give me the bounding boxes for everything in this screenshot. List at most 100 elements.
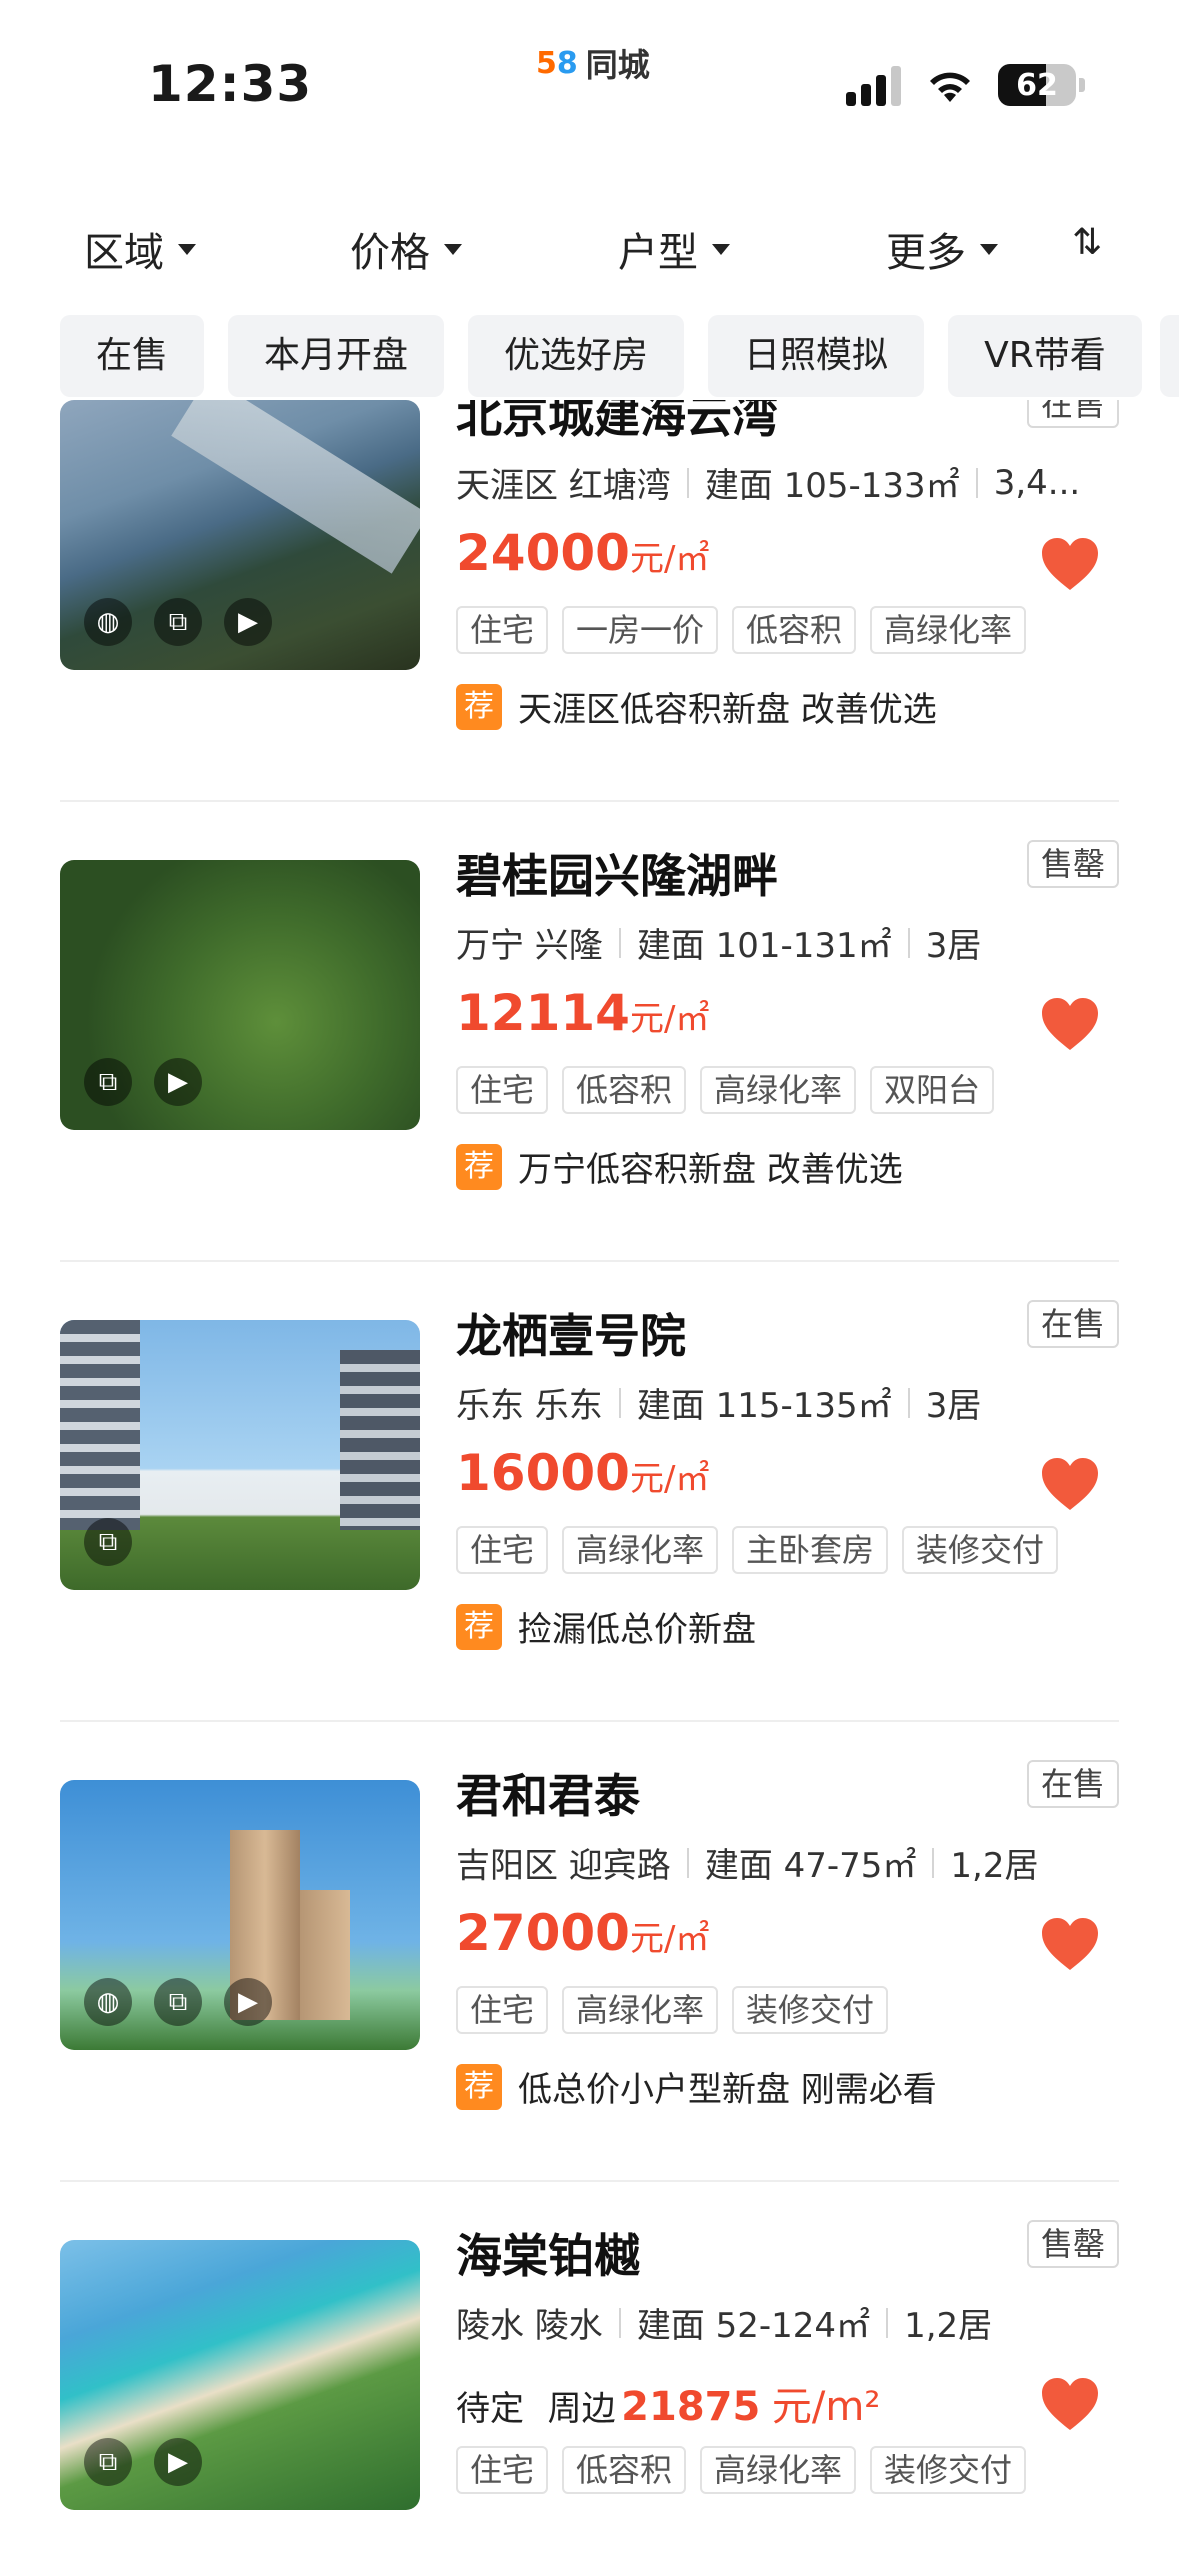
filter-region[interactable]: 区域 <box>84 220 196 278</box>
chip-opening-this-month[interactable]: 本月开盘 <box>228 315 445 397</box>
heart-icon[interactable] <box>1040 2376 1100 2432</box>
price-value: 24000 <box>456 524 630 582</box>
listing-card[interactable]: ◍ ⧉ ▶ 君和君泰 在售 吉阳区 迎宾路 建面 47-75㎡ 1,2居 270… <box>0 1722 1179 2182</box>
listing-tags: 住宅 低容积 高绿化率 双阳台 <box>456 1066 995 1114</box>
media-icons: ⧉ ▶ <box>84 1058 202 1106</box>
heart-icon[interactable] <box>1040 536 1100 592</box>
listing-tag: 双阳台 <box>870 1066 995 1114</box>
listing-thumbnail[interactable]: ◍ ⧉ ▶ <box>60 400 420 670</box>
filter-more[interactable]: 更多 <box>886 220 998 278</box>
listing-area: 建面 115-135㎡ <box>636 1386 892 1426</box>
caret-down-icon <box>444 243 462 255</box>
status-time: 12:33 <box>148 55 313 113</box>
status-badge: 在售 <box>1026 1300 1119 1348</box>
status-bar: 12:33 58 同城 62 <box>0 0 1179 150</box>
album-icon[interactable]: ⧉ <box>84 1058 132 1106</box>
recommend-badge: 荐 <box>456 683 502 730</box>
recommendation-text: 天涯区低容积新盘 改善优选 <box>518 690 937 730</box>
caret-down-icon <box>178 243 196 255</box>
listing-price: 待定 周边 21875 元/m² <box>456 2374 880 2432</box>
listing-tag: 低容积 <box>562 2446 687 2494</box>
listing-area: 建面 47-75㎡ <box>704 1846 917 1886</box>
filter-bar: 区域 价格 户型 更多 ⇅ <box>0 200 1179 290</box>
play-icon[interactable]: ▶ <box>154 1058 202 1106</box>
listing-card[interactable]: ◍ ⧉ ▶ 北京城建海云湾 在售 天涯区 红塘湾 建面 105-133㎡ 3,4… <box>0 400 1179 802</box>
listing-title: 君和君泰 <box>456 1769 640 1823</box>
recommendation-text: 万宁低容积新盘 改善优选 <box>518 1150 903 1190</box>
listing-rooms: 3居 <box>925 926 982 966</box>
album-icon[interactable]: ⧉ <box>84 2438 132 2486</box>
listing-card[interactable]: ⧉ ▶ 碧桂园兴隆湖畔 售罄 万宁 兴隆 建面 101-131㎡ 3居 1211… <box>0 802 1179 1262</box>
price-value: 12114 <box>456 984 630 1042</box>
listing-thumbnail[interactable]: ◍ ⧉ ▶ <box>60 1780 420 2050</box>
chip-vr-tour[interactable]: VR带看 <box>948 315 1142 397</box>
price-value: 21875 <box>621 2384 761 2430</box>
heart-icon[interactable] <box>1040 1916 1100 1972</box>
recommendation: 荐 低总价小户型新盘 刚需必看 <box>456 2062 937 2111</box>
status-badge: 售罄 <box>1026 2220 1119 2268</box>
recommend-badge: 荐 <box>456 2063 502 2110</box>
listing-tag: 低容积 <box>562 1066 687 1114</box>
listing-tag: 住宅 <box>456 1986 549 2034</box>
listing-price: 12114元/㎡ <box>456 984 709 1042</box>
filter-layout[interactable]: 户型 <box>618 220 730 278</box>
filter-label: 更多 <box>886 230 966 276</box>
page: 12:33 58 同城 62 区域 价格 户型 更多 ⇅ 在售 本月开盘 优选好… <box>0 0 1179 2556</box>
listing-tag: 高绿化率 <box>700 1066 857 1114</box>
vr-icon[interactable]: ◍ <box>84 1978 132 2026</box>
listing-title: 龙栖壹号院 <box>456 1309 686 1363</box>
listing-title: 碧桂园兴隆湖畔 <box>456 849 778 903</box>
listing-card[interactable]: ⧉ 龙栖壹号院 在售 乐东 乐东 建面 115-135㎡ 3居 16000元/㎡… <box>0 1262 1179 1722</box>
listing-tag: 高绿化率 <box>870 606 1027 654</box>
listing-tag: 住宅 <box>456 2446 549 2494</box>
cellular-signal-icon <box>846 64 904 106</box>
vr-icon[interactable]: ◍ <box>84 598 132 646</box>
listing-district: 乐东 乐东 <box>456 1386 603 1426</box>
listing-district: 吉阳区 迎宾路 <box>456 1846 671 1886</box>
listing-tags: 住宅 一房一价 低容积 高绿化率 <box>456 606 1027 654</box>
caret-down-icon <box>980 243 998 255</box>
listing-card[interactable]: ⧉ ▶ 海棠铂樾 售罄 陵水 陵水 建面 52-124㎡ 1,2居 待定 周边 … <box>0 2182 1179 2556</box>
album-icon[interactable]: ⧉ <box>154 1978 202 2026</box>
heart-icon[interactable] <box>1040 1456 1100 1512</box>
listing-price: 27000元/㎡ <box>456 1904 709 1962</box>
recommendation: 荐 天涯区低容积新盘 改善优选 <box>456 682 937 731</box>
chip-sunlight-simulation[interactable]: 日照模拟 <box>708 315 925 397</box>
listing-list: ◍ ⧉ ▶ 北京城建海云湾 在售 天涯区 红塘湾 建面 105-133㎡ 3,4… <box>0 400 1179 2556</box>
filter-price[interactable]: 价格 <box>350 220 462 278</box>
album-icon[interactable]: ⧉ <box>84 1518 132 1566</box>
listing-thumbnail[interactable]: ⧉ <box>60 1320 420 1590</box>
album-icon[interactable]: ⧉ <box>154 598 202 646</box>
listing-tag: 一房一价 <box>562 606 719 654</box>
caret-down-icon <box>712 243 730 255</box>
listing-thumbnail[interactable]: ⧉ ▶ <box>60 2240 420 2510</box>
listing-meta: 吉阳区 迎宾路 建面 47-75㎡ 1,2居 <box>456 1838 1039 1887</box>
chip-on-sale[interactable]: 在售 <box>60 315 205 397</box>
price-unit: 元/㎡ <box>629 1459 710 1499</box>
heart-icon[interactable] <box>1040 996 1100 1052</box>
listing-tags: 住宅 高绿化率 主卧套房 装修交付 <box>456 1526 1059 1574</box>
filter-label: 价格 <box>350 230 430 276</box>
listing-tag: 住宅 <box>456 1066 549 1114</box>
listing-tag: 装修交付 <box>732 1986 889 2034</box>
play-icon[interactable]: ▶ <box>224 598 272 646</box>
play-icon[interactable]: ▶ <box>224 1978 272 2026</box>
chip-overflow[interactable] <box>1160 315 1179 397</box>
sort-icon[interactable]: ⇅ <box>1072 222 1102 263</box>
listing-rooms: 1,2居 <box>950 1846 1039 1886</box>
chip-selected-homes[interactable]: 优选好房 <box>468 315 685 397</box>
price-nearby-label: 周边 <box>547 2389 616 2429</box>
status-badge: 售罄 <box>1026 840 1119 888</box>
play-icon[interactable]: ▶ <box>154 2438 202 2486</box>
listing-tag: 住宅 <box>456 1526 549 1574</box>
battery-icon: 62 <box>998 64 1076 106</box>
recommendation: 荐 万宁低容积新盘 改善优选 <box>456 1142 903 1191</box>
listing-tag: 高绿化率 <box>562 1526 719 1574</box>
app-logo-icon: 58 <box>536 45 578 81</box>
listing-tags: 住宅 低容积 高绿化率 装修交付 <box>456 2446 1027 2494</box>
price-unit: 元/㎡ <box>629 999 710 1039</box>
recommend-badge: 荐 <box>456 1603 502 1650</box>
listing-thumbnail[interactable]: ⧉ ▶ <box>60 860 420 1130</box>
recommendation-text: 低总价小户型新盘 刚需必看 <box>518 2070 937 2110</box>
listing-rooms: 3,4... <box>993 462 1081 503</box>
